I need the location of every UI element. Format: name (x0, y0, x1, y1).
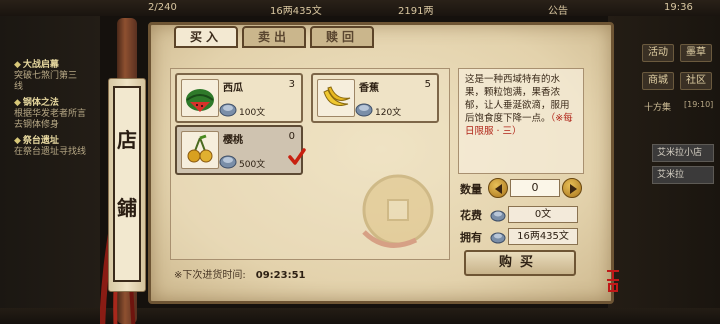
buy-button[interactable]: 购买 (464, 250, 576, 276)
quest-dot-icon: ◆ (14, 60, 21, 70)
quantity-label: 数量 (460, 183, 482, 196)
quest-desc: 在祭台遗址寻找线 (14, 147, 87, 157)
nearby-list-item[interactable]: 艾米拉 (652, 166, 714, 184)
shop-title-char: 鋪 (117, 196, 137, 220)
quest-title: 祭台遗址 (22, 136, 59, 146)
energy-counter: 2/240 (148, 2, 177, 13)
silver-coin-icon (219, 103, 237, 117)
tab-buy[interactable]: 买入 (174, 26, 238, 48)
quest-title: 钢体之法 (22, 98, 59, 108)
shop-title: 店 鋪 (113, 86, 141, 282)
clock: 19:36 (664, 2, 693, 13)
quest-desc: 根据华发老者所言 (14, 109, 87, 119)
restock-label: ※下次进货时间: (174, 270, 246, 281)
cost-label: 花费 (460, 209, 482, 222)
activity-button[interactable]: 活动 (642, 44, 674, 62)
item-card-cherry[interactable]: 樱桃 0 500文 (175, 125, 303, 175)
quest-tracker: ◆ 大战启幕 突破七煞门第三 线 ◆ 钢体之法 根据华发老者所言 去钢体修身 ◆ 祭台… (0, 16, 100, 324)
top-hud-bar: 2/240 16两435文 2191两 公告 19:36 (0, 0, 720, 17)
quest-dot-icon: ◆ (14, 136, 21, 146)
item-name: 西瓜 (223, 83, 243, 94)
silver-coin-icon (490, 232, 506, 244)
item-description: 这是一种西域特有的水果，颗粒饱满，果香浓郁，让人垂涎欲滴，服用后饱食度下降一点。… (458, 68, 584, 174)
quest-entry[interactable]: ◆ 钢体之法 根据华发老者所言 去钢体修身 (14, 98, 86, 131)
watermelon-icon (181, 79, 219, 117)
item-list: 西瓜 3 100文 香蕉 5 120文 樱桃 0 500文 (170, 68, 450, 260)
checkmark-icon (288, 148, 306, 165)
silver-coin-icon (490, 210, 506, 222)
quest-title: 大战启幕 (22, 60, 59, 70)
item-name: 香蕉 (359, 83, 379, 94)
quest-desc-extra: 线 (14, 82, 24, 92)
silver-counter: 16两435文 (270, 6, 322, 17)
cost-value: 0文 (508, 206, 578, 223)
chat-channel[interactable]: 十方集 (644, 100, 671, 113)
ink-grass-button[interactable]: 墨草 (680, 44, 712, 62)
quest-dot-icon: ◆ (14, 98, 21, 108)
quest-entry[interactable]: ◆ 大战启幕 突破七煞门第三 线 (14, 60, 77, 93)
mall-button[interactable]: 商城 (642, 72, 674, 90)
gold-counter: 2191两 (398, 6, 434, 17)
quest-entry[interactable]: ◆ 祭台遗址 在祭台遗址寻找线 (14, 136, 86, 158)
item-price: 120文 (375, 108, 402, 118)
owned-value: 16两435文 (508, 228, 578, 245)
decrease-quantity-button[interactable] (488, 178, 508, 198)
community-button[interactable]: 社区 (680, 72, 712, 90)
arrow-right-icon (570, 184, 577, 194)
quantity-input[interactable]: 0 (510, 179, 560, 197)
item-price: 100文 (239, 108, 266, 118)
arrow-left-icon (495, 184, 502, 194)
restock-timer: ※下次进货时间: 09:23:51 (174, 266, 306, 281)
item-qty: 3 (288, 79, 295, 90)
increase-quantity-button[interactable] (562, 178, 582, 198)
item-card-banana[interactable]: 香蕉 5 120文 (311, 73, 439, 123)
item-name: 樱桃 (223, 135, 243, 146)
quest-desc-extra: 去钢体修身 (14, 120, 60, 130)
shop-title-char: 店 (117, 128, 137, 152)
item-qty: 5 (424, 79, 431, 90)
restock-time: 09:23:51 (255, 270, 306, 281)
item-card-watermelon[interactable]: 西瓜 3 100文 (175, 73, 303, 123)
right-hud: 活动 墨草 商城 社区 十方集 [19:10] 艾米拉小店 艾米拉 (608, 16, 720, 324)
tab-sell[interactable]: 卖出 (242, 26, 306, 48)
tab-redeem[interactable]: 赎回 (310, 26, 374, 48)
chat-time: [19:10] (684, 100, 714, 109)
banana-icon (317, 79, 355, 117)
announcement-button[interactable]: 公告 (548, 2, 568, 17)
silver-coin-icon (355, 103, 373, 117)
item-qty: 0 (288, 131, 295, 142)
quest-desc: 突破七煞门第三 (14, 71, 78, 81)
seal-stamp-icon (607, 270, 619, 292)
owned-label: 拥有 (460, 231, 482, 244)
cherry-icon (181, 131, 219, 169)
nearby-list-item[interactable]: 艾米拉小店 (652, 144, 714, 162)
item-price: 500文 (239, 160, 266, 170)
silver-coin-icon (219, 155, 237, 169)
